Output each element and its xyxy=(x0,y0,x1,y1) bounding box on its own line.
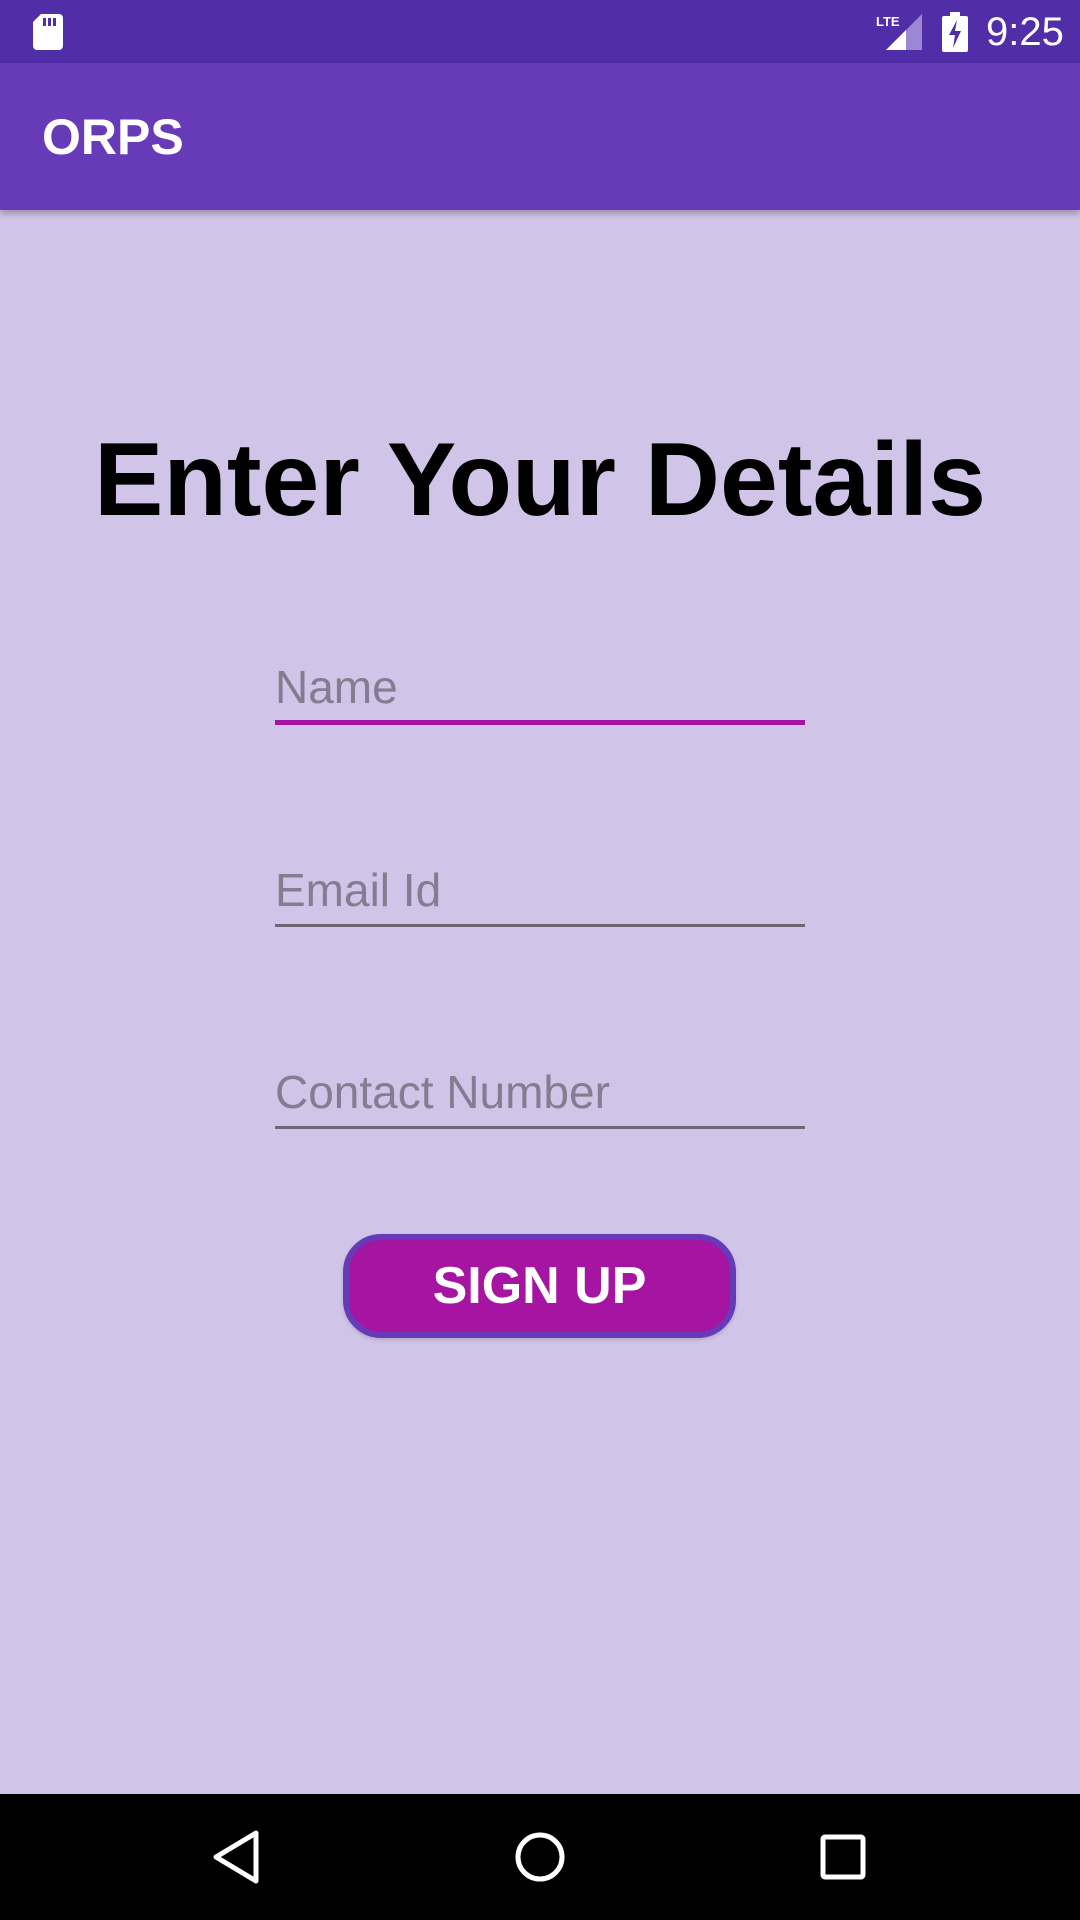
email-input[interactable] xyxy=(275,855,805,927)
back-button[interactable] xyxy=(191,1812,281,1902)
home-icon xyxy=(515,1832,565,1882)
lte-label: LTE xyxy=(876,14,900,29)
lte-signal-icon: LTE xyxy=(876,14,922,50)
sd-card-icon xyxy=(33,14,63,50)
name-input[interactable] xyxy=(275,653,805,725)
back-icon xyxy=(213,1830,259,1884)
status-clock: 9:25 xyxy=(986,10,1064,54)
recents-icon xyxy=(820,1834,866,1880)
home-button[interactable] xyxy=(495,1812,585,1902)
page-heading: Enter Your Details xyxy=(94,422,986,538)
signup-screen: LTE 9:25 ORPS Enter Your Details SIGN UP xyxy=(0,0,1080,1920)
recents-button[interactable] xyxy=(798,1812,888,1902)
app-title: ORPS xyxy=(42,109,184,165)
signup-button[interactable]: SIGN UP xyxy=(343,1234,736,1338)
app-bar: ORPS xyxy=(0,63,1080,210)
contact-number-input[interactable] xyxy=(275,1057,805,1129)
navigation-bar xyxy=(0,1794,1080,1920)
battery-charging-icon xyxy=(942,12,968,52)
status-bar: LTE 9:25 xyxy=(0,0,1080,63)
